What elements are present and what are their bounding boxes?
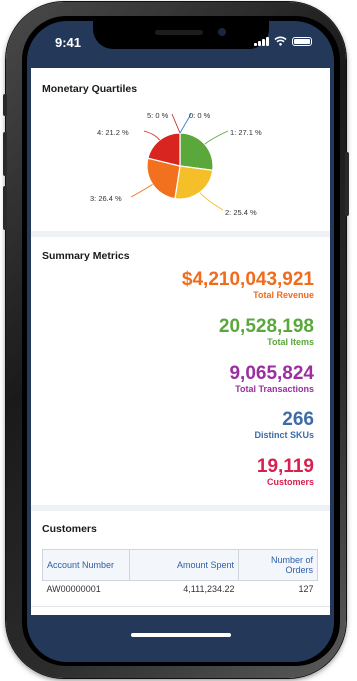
cell-number-of-orders: 127 <box>298 584 314 594</box>
screen: 9:41 Monetary Quartiles 1: 27.1 % 2: 25.… <box>27 21 334 662</box>
pie-label-3: 3: 26.4 % <box>90 194 122 203</box>
metric-value: 19,119 <box>256 456 314 477</box>
volume-up-button <box>3 132 7 176</box>
column-account-number[interactable]: Account Number <box>42 549 130 581</box>
app-content: Monetary Quartiles 1: 27.1 % 2: 25.4 % 3… <box>31 68 330 615</box>
home-indicator <box>131 633 231 637</box>
power-button <box>345 152 349 216</box>
pie-label-4: 4: 21.2 % <box>97 128 129 137</box>
tab-bar <box>31 606 330 615</box>
pie-leader-line <box>171 113 181 134</box>
summary-title: Summary Metrics <box>42 250 130 262</box>
wifi-icon <box>274 36 287 46</box>
metric-value: $4,210,043,921 <box>181 269 314 290</box>
cell-account-number: AW00000001 <box>46 584 101 594</box>
metric-label: Customers <box>266 477 314 487</box>
pie-leader-line <box>199 192 224 211</box>
metric-customers: 19,119 Customers <box>257 457 314 488</box>
pie-leader-line <box>130 183 153 198</box>
metric-value: 9,065,824 <box>229 363 314 384</box>
notch <box>93 21 269 49</box>
status-time: 9:41 <box>55 35 82 50</box>
signal-icon <box>254 36 269 46</box>
pie-label-2: 2: 25.4 % <box>225 208 257 217</box>
pie-leader-line <box>143 130 160 141</box>
pie-label-0: 0: 0 % <box>189 111 211 120</box>
column-amount-spent[interactable]: Amount Spent <box>129 549 239 581</box>
customers-title: Customers <box>42 523 97 535</box>
metric-transactions: 9,065,824 Total Transactions <box>229 364 314 395</box>
metric-revenue: $4,210,043,921 Total Revenue <box>182 270 314 301</box>
pie-label-5: 5: 0 % <box>147 111 169 120</box>
metric-label: Total Revenue <box>253 290 314 300</box>
metric-value: 20,528,198 <box>218 316 314 337</box>
customers-table: Account Number Amount Spent Number of Or… <box>42 549 318 597</box>
table-header-row: Account Number Amount Spent Number of Or… <box>42 549 318 581</box>
mute-switch <box>3 94 7 116</box>
cell-amount-spent: 4,111,234.22 <box>183 584 235 594</box>
pie-slice[interactable] <box>174 165 214 200</box>
speaker <box>155 30 203 35</box>
pie-leader-line <box>204 130 229 145</box>
summary-card: Summary Metrics $4,210,043,921 Total Rev… <box>31 237 330 505</box>
metric-value: 266 <box>282 409 314 430</box>
metric-label: Total Items <box>267 337 314 347</box>
volume-down-button <box>3 186 7 230</box>
column-number-of-orders[interactable]: Number of Orders <box>238 549 318 581</box>
metric-items: 20,528,198 Total Items <box>219 317 314 348</box>
metric-skus: 266 Distinct SKUs <box>254 410 314 441</box>
front-camera <box>218 28 226 36</box>
metric-label: Total Transactions <box>235 384 314 394</box>
customers-card: Customers Account Number Amount Spent Nu… <box>31 511 330 615</box>
pie-label-1: 1: 27.1 % <box>230 128 262 137</box>
battery-icon <box>292 36 312 46</box>
quartiles-card: Monetary Quartiles 1: 27.1 % 2: 25.4 % 3… <box>31 68 330 231</box>
table-row[interactable]: AW00000001 4,111,234.22 127 <box>43 581 318 598</box>
pie-slice[interactable] <box>179 132 214 171</box>
metric-label: Distinct SKUs <box>254 430 314 440</box>
status-icons <box>254 36 312 46</box>
quartiles-pie-chart[interactable] <box>31 68 330 231</box>
